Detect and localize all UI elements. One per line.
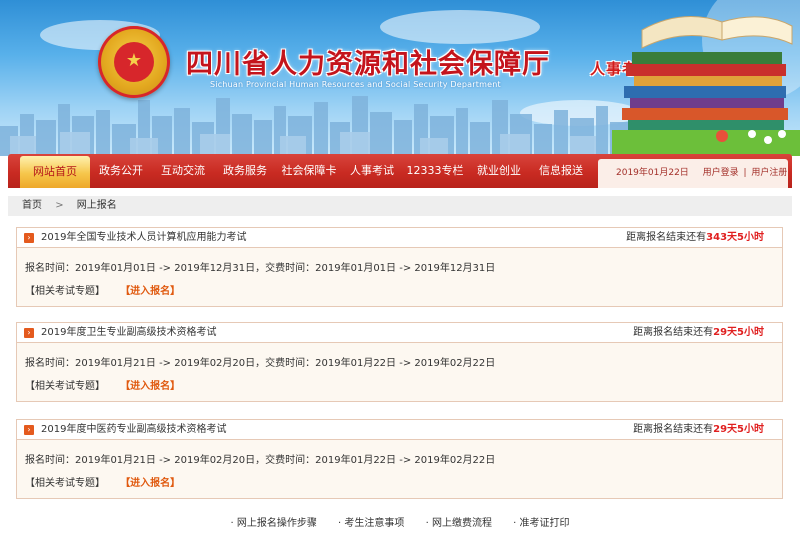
nav-tab-interaction[interactable]: 互动交流	[152, 154, 214, 188]
exam-time: 报名时间：2019年01月01日 -> 2019年12月31日，交费时间：201…	[25, 263, 496, 274]
site-title: 四川省人力资源和社会保障厅	[186, 49, 550, 80]
exam-card-header: › 2019年度卫生专业副高级技术资格考试 距离报名结束还有29天5小时	[17, 323, 782, 343]
exam-links: 【相关考试专题】 【进入报名】	[25, 377, 180, 392]
exam-countdown: 距离报名结束还有29天5小时	[633, 424, 764, 435]
user-panel: 2019年01月22日 用户登录 | 用户注册	[598, 159, 788, 188]
current-date: 2019年01月22日	[616, 168, 689, 178]
nav-tab-employment[interactable]: 就业创业	[468, 154, 530, 188]
nav-tab-12333[interactable]: 12333专栏	[402, 154, 468, 188]
enter-registration-link[interactable]: 【进入报名】	[120, 381, 180, 392]
footer-link-admission-ticket[interactable]: · 准考证打印	[513, 518, 569, 529]
related-topic-link[interactable]: 【相关考试专题】	[25, 381, 105, 392]
arrow-right-icon: ›	[24, 328, 34, 338]
exam-title[interactable]: 2019年度卫生专业副高级技术资格考试	[41, 323, 216, 343]
nav-tab-info-report[interactable]: 信息报送	[530, 154, 592, 188]
arrow-right-icon: ›	[24, 233, 34, 243]
register-link[interactable]: 用户注册	[751, 168, 787, 178]
nav-tab-home[interactable]: 网站首页	[20, 156, 90, 188]
nav-tab-gov-services[interactable]: 政务服务	[214, 154, 276, 188]
exam-card-header: › 2019年全国专业技术人员计算机应用能力考试 距离报名结束还有343天5小时	[17, 228, 782, 248]
chevron-right-icon: >	[55, 200, 64, 211]
countdown-value: 343天5小时	[706, 232, 764, 243]
exam-countdown: 距离报名结束还有29天5小时	[633, 327, 764, 338]
exam-time: 报名时间：2019年01月21日 -> 2019年02月20日，交费时间：201…	[25, 358, 496, 369]
exam-card: › 2019年全国专业技术人员计算机应用能力考试 距离报名结束还有343天5小时…	[16, 227, 783, 307]
arrow-right-icon: ›	[24, 425, 34, 435]
footer-links: · 网上报名操作步骤 · 考生注意事项 · 网上缴费流程 · 准考证打印	[0, 514, 800, 529]
nav-tab-personnel-exam[interactable]: 人事考试	[342, 154, 402, 188]
breadcrumb: 首页 > 网上报名	[8, 196, 792, 216]
site-subtitle: Sichuan Provincial Human Resources and S…	[210, 80, 501, 89]
exam-title[interactable]: 2019年全国专业技术人员计算机应用能力考试	[41, 228, 246, 248]
nav-tab-gov-affairs[interactable]: 政务公开	[90, 154, 152, 188]
nav-tab-social-card[interactable]: 社会保障卡	[276, 154, 342, 188]
related-topic-link[interactable]: 【相关考试专题】	[25, 478, 105, 489]
enter-registration-link[interactable]: 【进入报名】	[120, 478, 180, 489]
exam-links: 【相关考试专题】 【进入报名】	[25, 474, 180, 489]
exam-title[interactable]: 2019年度中医药专业副高级技术资格考试	[41, 420, 226, 440]
exam-card: › 2019年度卫生专业副高级技术资格考试 距离报名结束还有29天5小时 报名时…	[16, 322, 783, 402]
separator: |	[743, 168, 747, 178]
exam-links: 【相关考试专题】 【进入报名】	[25, 282, 180, 297]
exam-card-header: › 2019年度中医药专业副高级技术资格考试 距离报名结束还有29天5小时	[17, 420, 782, 440]
main-nav: 网站首页 政务公开 互动交流 政务服务 社会保障卡 人事考试 12333专栏 就…	[8, 154, 792, 188]
cloud-decoration	[380, 10, 540, 44]
countdown-value: 29天5小时	[713, 327, 764, 338]
enter-registration-link[interactable]: 【进入报名】	[120, 286, 180, 297]
countdown-value: 29天5小时	[713, 424, 764, 435]
login-link[interactable]: 用户登录	[703, 168, 739, 178]
footer-link-steps[interactable]: · 网上报名操作步骤	[230, 518, 316, 529]
related-topic-link[interactable]: 【相关考试专题】	[25, 286, 105, 297]
exam-card: › 2019年度中医药专业副高级技术资格考试 距离报名结束还有29天5小时 报名…	[16, 419, 783, 499]
national-emblem-icon: ★	[98, 26, 170, 98]
exam-time: 报名时间：2019年01月21日 -> 2019年02月20日，交费时间：201…	[25, 455, 496, 466]
footer-link-payment[interactable]: · 网上缴费流程	[426, 518, 492, 529]
exam-countdown: 距离报名结束还有343天5小时	[626, 232, 764, 243]
breadcrumb-current: 网上报名	[76, 200, 117, 211]
footer-link-notes[interactable]: · 考生注意事项	[338, 518, 404, 529]
breadcrumb-home-link[interactable]: 首页	[22, 200, 42, 211]
header-banner: ★ 四川省人力资源和社会保障厅 Sichuan Provincial Human…	[0, 0, 800, 156]
books-illustration-icon	[612, 0, 800, 156]
page: ★ 四川省人力资源和社会保障厅 Sichuan Provincial Human…	[0, 0, 800, 543]
